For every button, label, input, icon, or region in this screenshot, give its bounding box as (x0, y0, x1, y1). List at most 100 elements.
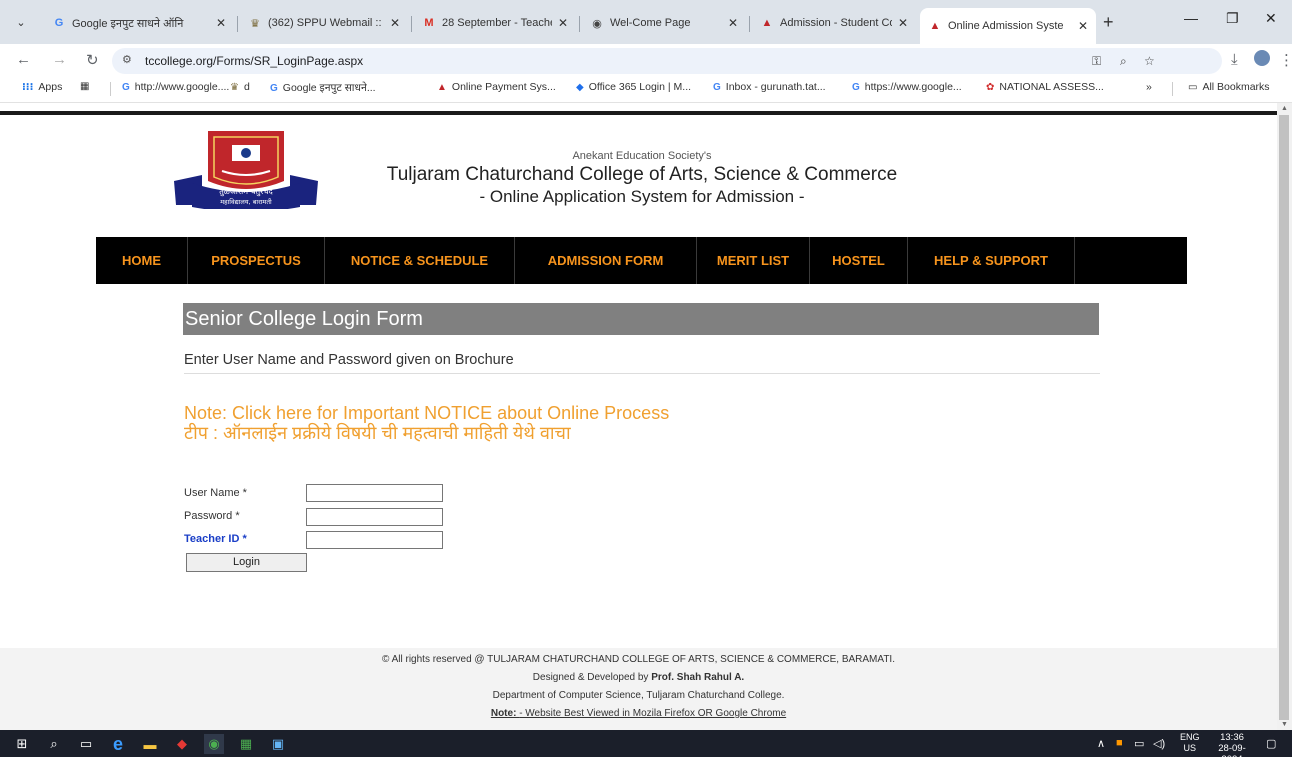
notice-link-marathi[interactable]: टीप : ऑनलाईन प्रक्रीये विषयी ची महत्वाची… (184, 421, 571, 445)
restore-icon[interactable]: ❐ (1226, 10, 1239, 27)
bookmark-tab-groups[interactable]: ▦ (80, 81, 94, 92)
windows-start-icon[interactable]: ⊞ (12, 734, 32, 754)
tab-welcome-page[interactable]: ◉ Wel-Come Page ✕ (582, 12, 746, 34)
close-icon[interactable]: ✕ (558, 16, 568, 30)
bookmark-d[interactable]: ♛ d (230, 81, 250, 93)
password-input[interactable] (306, 508, 443, 526)
footer-department: Department of Computer Science, Tuljaram… (492, 690, 785, 701)
tab-title: Wel-Come Page (610, 17, 691, 29)
close-icon[interactable]: ✕ (390, 16, 400, 30)
bookmarks-overflow-button[interactable]: » (1146, 81, 1152, 93)
tab-title: Google इनपुट साधने ऑनि (72, 17, 184, 30)
scrollbar-thumb[interactable] (1279, 115, 1289, 720)
google-icon: G (852, 81, 860, 93)
bookmark-separator (110, 82, 111, 96)
password-key-icon[interactable]: ⚿ (1092, 54, 1101, 69)
language-indicator[interactable]: ENG US (1180, 732, 1200, 754)
tray-app-icon[interactable]: ■ (1116, 737, 1123, 749)
google-icon: G (122, 81, 130, 93)
back-arrow-icon[interactable]: ← (16, 51, 31, 68)
google-icon: G (270, 82, 278, 94)
nav-hostel[interactable]: HOSTEL (810, 237, 908, 284)
tab-groups-icon: ▦ (80, 81, 90, 92)
nav-help-support[interactable]: HELP & SUPPORT (908, 237, 1075, 284)
sppu-icon: ♛ (230, 81, 239, 93)
bookmark-label: http://www.google.... (134, 81, 230, 93)
nav-home[interactable]: HOME (96, 237, 188, 284)
bookmark-inbox[interactable]: G Inbox - gurunath.tat... (713, 81, 826, 93)
bookmark-google-input[interactable]: G Google इनपुट साधने... (270, 81, 376, 95)
reload-icon[interactable]: ↻ (86, 51, 99, 69)
close-icon[interactable]: ✕ (728, 16, 738, 30)
tab-title: Online Admission Syste (948, 20, 1064, 32)
bookmark-apps[interactable]: ⁝⁝⁝ Apps (22, 81, 62, 93)
nav-notice-schedule[interactable]: NOTICE & SCHEDULE (325, 237, 515, 284)
chrome-icon: ◉ (592, 17, 602, 30)
college-icon: ▲ (929, 20, 941, 32)
naac-icon: ✿ (986, 81, 995, 93)
nav-admission-form[interactable]: ADMISSION FORM (515, 237, 697, 284)
task-view-icon[interactable]: ▭ (76, 734, 96, 754)
username-input[interactable] (306, 484, 443, 502)
profile-avatar-icon[interactable] (1254, 50, 1270, 66)
forward-arrow-icon[interactable]: → (52, 51, 67, 68)
bookmark-star-icon[interactable]: ☆ (1144, 54, 1155, 68)
minimize-icon[interactable]: — (1184, 10, 1198, 26)
pdf-reader-icon[interactable]: ◆ (172, 734, 192, 754)
spreadsheet-app-icon[interactable]: ▦ (236, 734, 256, 754)
bookmark-google-1[interactable]: G http://www.google.... (122, 81, 229, 93)
more-menu-icon[interactable]: ⋮ (1279, 51, 1292, 69)
tab-admission-student[interactable]: ▲ Admission - Student Co ✕ (752, 12, 916, 34)
tray-chevron-icon[interactable]: ∧ (1097, 737, 1105, 750)
close-icon[interactable]: ✕ (1078, 19, 1088, 33)
college-icon: ▲ (437, 81, 447, 93)
address-bar[interactable]: ⚙ tccollege.org/Forms/SR_LoginPage.aspx … (112, 48, 1222, 74)
file-explorer-icon[interactable]: ▬ (140, 734, 160, 754)
close-icon[interactable]: ✕ (216, 16, 226, 30)
bookmark-naac[interactable]: ✿ NATIONAL ASSESS... (986, 81, 1104, 93)
tab-search-chevron-icon[interactable]: ⌄ (10, 12, 32, 34)
footer-note-label: Note: (490, 708, 520, 719)
download-icon[interactable]: ⤓ (1231, 51, 1238, 68)
region-code: US (1183, 743, 1197, 753)
tab-sppu-webmail[interactable]: ♛ (362) SPPU Webmail :: I ✕ (240, 12, 408, 34)
nav-prospectus[interactable]: PROSPECTUS (188, 237, 325, 284)
tab-separator (237, 16, 238, 32)
network-icon[interactable]: ▭ (1134, 737, 1144, 750)
url-text[interactable]: tccollege.org/Forms/SR_LoginPage.aspx (145, 54, 363, 68)
login-button[interactable]: Login (186, 553, 307, 572)
tab-google-input[interactable]: G Google इनपुट साधने ऑनि ✕ (44, 12, 234, 34)
college-logo: तुळजाराम चतुरचंद महाविद्यालय, बारामती (174, 131, 318, 209)
folder-icon: ▭ (1188, 81, 1198, 93)
document-app-icon[interactable]: ▣ (268, 734, 288, 754)
bookmark-label: d (243, 81, 250, 93)
bookmark-google-2[interactable]: G https://www.google... (852, 81, 962, 93)
scroll-down-arrow-icon[interactable]: ▼ (1281, 721, 1288, 728)
society-name: Anekant Education Society's (572, 150, 712, 162)
windows-taskbar: ⊞ ⌕ ▭ e ▬ ◆ ◉ ▦ ▣ ∧ ■ ▭ ◁) ENG US 13:36 … (0, 730, 1292, 757)
login-form-title: Senior College Login Form (183, 303, 1099, 335)
all-bookmarks-button[interactable]: ▭ All Bookmarks (1188, 81, 1270, 93)
teacher-id-input[interactable] (306, 531, 443, 549)
close-icon[interactable]: ✕ (898, 16, 908, 30)
tab-online-admission[interactable]: ▲ Online Admission Syste ✕ (920, 8, 1096, 44)
tab-gmail[interactable]: M 28 September - Teacher ✕ (414, 12, 576, 34)
site-info-icon[interactable]: ⚙ (122, 53, 132, 66)
bookmark-online-payment[interactable]: ▲ Online Payment Sys... (437, 81, 556, 93)
scroll-up-arrow-icon[interactable]: ▲ (1281, 105, 1288, 112)
new-tab-icon[interactable]: + (1103, 12, 1114, 32)
volume-icon[interactable]: ◁) (1153, 737, 1165, 750)
search-icon[interactable]: ⌕ (44, 734, 64, 754)
bookmark-office365[interactable]: ◆ Office 365 Login | M... (576, 81, 691, 93)
chrome-browser-icon[interactable]: ◉ (204, 734, 224, 754)
vertical-scrollbar[interactable]: ▲ ▼ (1277, 103, 1292, 730)
window-close-icon[interactable]: ✕ (1265, 10, 1277, 27)
apps-grid-icon: ⁝⁝⁝ (22, 81, 34, 93)
system-clock[interactable]: 13:36 28-09-2024 (1210, 732, 1254, 757)
zoom-icon[interactable]: ⌕ (1120, 54, 1127, 69)
nav-merit-list[interactable]: MERIT LIST (697, 237, 810, 284)
notifications-icon[interactable]: ▢ (1266, 737, 1276, 750)
edge-browser-icon[interactable]: e (108, 734, 128, 754)
bookmark-label: Online Payment Sys... (451, 81, 556, 93)
gmail-icon: M (424, 17, 434, 29)
